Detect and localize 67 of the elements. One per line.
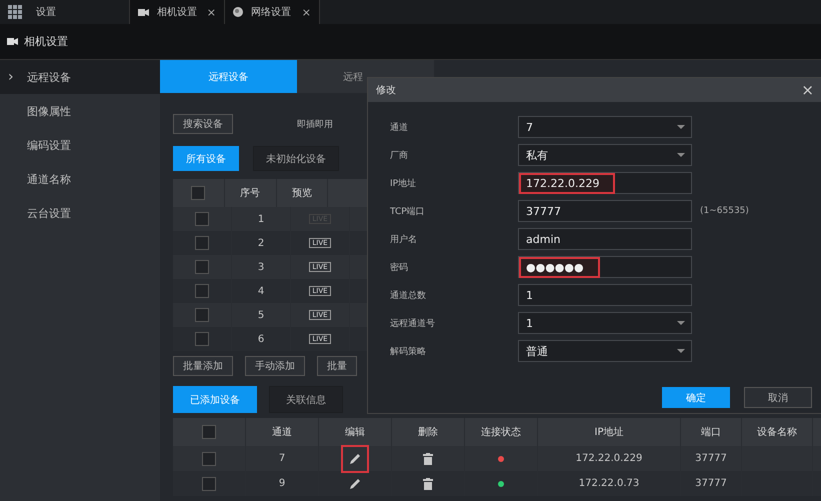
- close-button[interactable]: ×: [801, 81, 814, 99]
- tab-label: 网络设置: [251, 6, 291, 19]
- tab-label: 相机设置: [157, 6, 197, 19]
- field-label: 远程通道号: [390, 318, 436, 330]
- add-button[interactable]: 手动添加: [245, 356, 305, 376]
- input-field[interactable]: admin: [518, 228, 692, 250]
- window-tab[interactable]: 相机设置 ×: [130, 0, 225, 24]
- sidebar-label: 通道名称: [27, 172, 71, 186]
- chevron-icon: ›: [8, 69, 14, 85]
- field-label: IP地址: [390, 178, 418, 190]
- field-label: 通道: [390, 122, 409, 134]
- field-label: 解码策略: [390, 346, 427, 358]
- field-label: TCP端口: [390, 206, 426, 218]
- pencil-icon[interactable]: [341, 444, 369, 472]
- add-button[interactable]: 批量: [317, 356, 357, 376]
- dropdown-field[interactable]: 私有: [518, 144, 692, 166]
- checkbox[interactable]: [202, 476, 216, 490]
- checkbox[interactable]: [195, 260, 209, 274]
- checkbox[interactable]: [191, 186, 206, 200]
- globe-icon: [233, 7, 243, 17]
- close-tab-button[interactable]: ×: [206, 6, 216, 18]
- sidebar-label: 远程设备: [27, 70, 71, 84]
- dropdown-field[interactable]: 7: [518, 116, 692, 138]
- sidebar-label: 云台设置: [27, 206, 71, 220]
- sidebar-item[interactable]: › 远程设备: [0, 60, 160, 94]
- sidebar-item[interactable]: 通道名称: [0, 162, 160, 196]
- checkbox[interactable]: [195, 332, 209, 346]
- trash-icon[interactable]: [423, 452, 433, 464]
- added-tab[interactable]: 关联信息: [269, 386, 343, 413]
- table-cell: 9: [246, 471, 319, 496]
- sidebar-label: 图像属性: [27, 104, 71, 118]
- table-cell: 172.22.0.73: [538, 471, 681, 496]
- checkbox[interactable]: [202, 452, 216, 466]
- app-title: 设置: [36, 6, 56, 19]
- camera-icon: [138, 8, 149, 16]
- sidebar-label: 编码设置: [27, 138, 71, 152]
- field-label: 密码: [390, 262, 409, 274]
- input-field[interactable]: 1: [518, 284, 692, 306]
- field-label: 用户名: [390, 234, 418, 246]
- checkbox[interactable]: [202, 425, 216, 439]
- checkbox[interactable]: [195, 308, 209, 322]
- table-cell: 37777: [681, 471, 742, 496]
- field-label: 厂商: [390, 150, 409, 162]
- add-button[interactable]: 批量添加: [173, 356, 233, 376]
- table-cell: 6: [232, 327, 291, 351]
- input-field[interactable]: 172.22.0.229: [518, 172, 692, 194]
- cancel-button[interactable]: 取消: [744, 387, 812, 408]
- dropdown-field[interactable]: 普通: [518, 340, 692, 362]
- close-tab-button[interactable]: ×: [302, 6, 311, 18]
- trash-icon[interactable]: [423, 478, 433, 490]
- field-label: 通道总数: [390, 290, 427, 302]
- input-field[interactable]: ●●●●●●: [518, 256, 692, 278]
- plug-and-play-label: 即插即用: [297, 118, 333, 130]
- section-title: 相机设置: [24, 34, 68, 49]
- sidebar-item[interactable]: 图像属性: [0, 94, 160, 128]
- filter-tab[interactable]: 未初始化设备: [253, 146, 339, 171]
- camera-icon: [7, 38, 18, 45]
- dropdown-field[interactable]: 1: [518, 312, 692, 334]
- checkbox[interactable]: [195, 284, 209, 298]
- sidebar-item[interactable]: 云台设置: [0, 196, 160, 230]
- range-hint: (1~65535): [700, 206, 749, 216]
- grid-icon[interactable]: [8, 5, 22, 19]
- checkbox[interactable]: [195, 236, 209, 250]
- window-tab[interactable]: 网络设置 ×: [225, 0, 320, 24]
- input-field[interactable]: 37777: [518, 200, 692, 222]
- search-device-button[interactable]: 搜索设备: [173, 114, 233, 134]
- sidebar-item[interactable]: 编码设置: [0, 128, 160, 162]
